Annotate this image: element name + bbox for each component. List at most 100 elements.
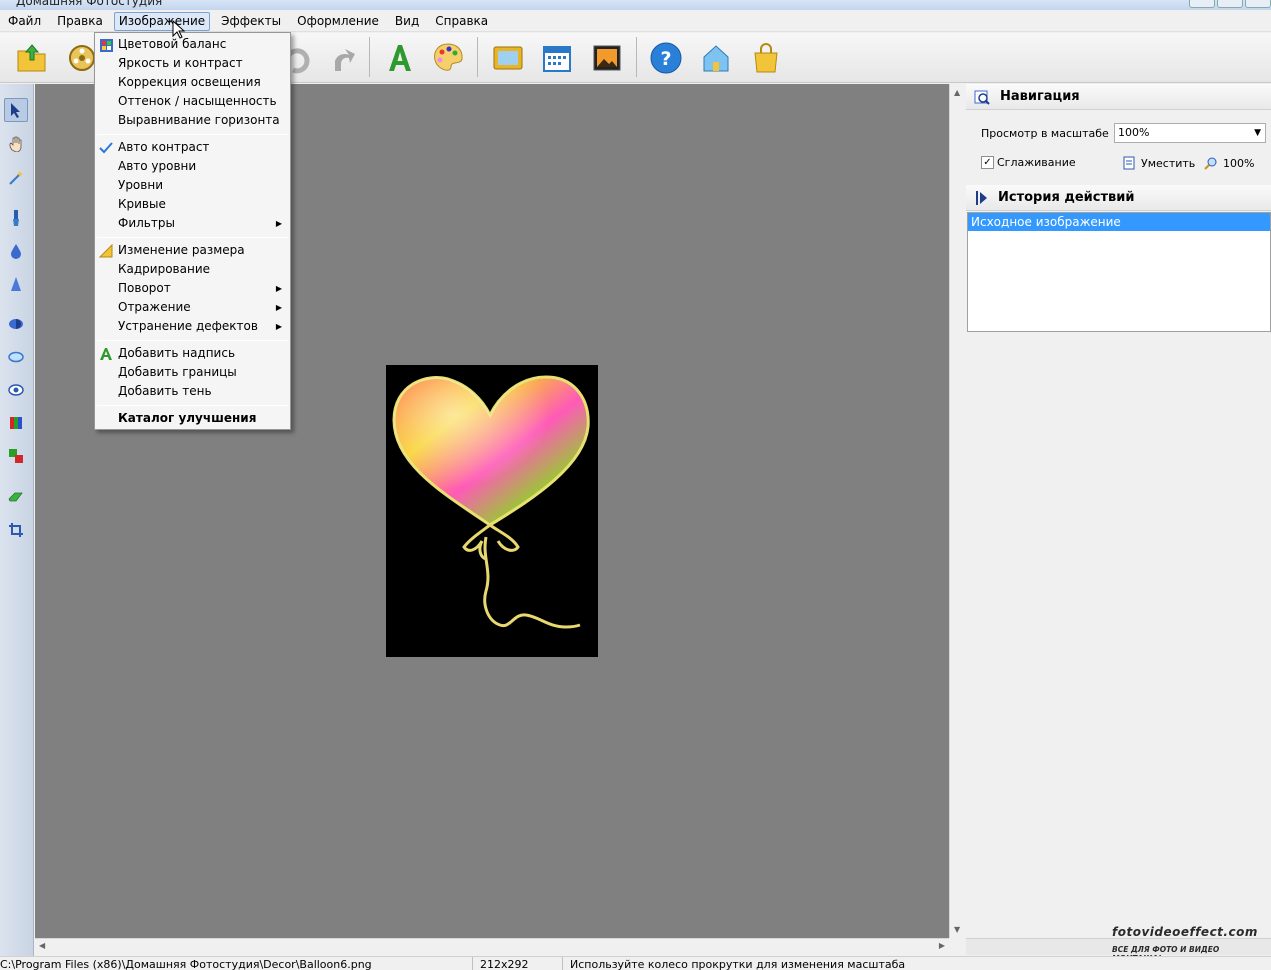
- scroll-right-arrow-icon[interactable]: ▶: [939, 941, 945, 950]
- navigation-title: Навигация: [1000, 89, 1080, 104]
- watermark-site: fotovideoeffect.com: [1112, 925, 1258, 939]
- status-file-path: C:\Program Files (x86)\Домашняя Фотостуд…: [0, 958, 372, 970]
- photo-collage-icon[interactable]: [587, 38, 627, 78]
- menu-item-add-caption[interactable]: Добавить надпись: [95, 344, 290, 363]
- menu-item-horizon-leveling[interactable]: Выравнивание горизонта: [95, 111, 290, 130]
- home-icon[interactable]: [696, 38, 736, 78]
- submenu-arrow-icon: ▶: [275, 284, 282, 293]
- history-title: История действий: [998, 190, 1135, 205]
- zoom-dropdown[interactable]: 100% ▼: [1114, 123, 1266, 143]
- history-list[interactable]: Исходное изображение: [967, 212, 1271, 332]
- image-menu-dropdown: Цветовой баланс Яркость и контраст Корре…: [94, 32, 291, 430]
- menu-item-filters[interactable]: Фильтры ▶: [95, 214, 290, 233]
- history-panel-header: История действий: [966, 185, 1271, 211]
- zoom-label: Просмотр в масштабе: [981, 127, 1109, 140]
- history-item[interactable]: Исходное изображение: [968, 213, 1270, 231]
- ellipse-select-icon[interactable]: [4, 345, 28, 369]
- status-dimensions: 212x292: [480, 958, 529, 970]
- menu-image[interactable]: Изображение: [113, 11, 211, 31]
- zoom-row: Просмотр в масштабе: [981, 127, 1109, 140]
- menu-item-flip[interactable]: Отражение ▶: [95, 298, 290, 317]
- magnifier-icon: [1204, 157, 1217, 170]
- actual-size-label: 100%: [1223, 156, 1255, 170]
- title-bar: Домашняя Фотостудия: [0, 0, 1271, 10]
- menu-item-lighting-correction[interactable]: Коррекция освещения: [95, 73, 290, 92]
- shopping-bag-icon[interactable]: [746, 38, 786, 78]
- menu-item-color-balance[interactable]: Цветовой баланс: [95, 35, 290, 54]
- menu-item-brightness-contrast[interactable]: Яркость и контраст: [95, 54, 290, 73]
- color-bars-icon[interactable]: [4, 411, 28, 435]
- menu-item-curves[interactable]: Кривые: [95, 195, 290, 214]
- smoothing-label: Сглаживание: [997, 156, 1076, 169]
- menu-item-enhancement-catalog[interactable]: Каталог улучшения: [95, 409, 290, 428]
- redo-icon[interactable]: [322, 38, 362, 78]
- close-button[interactable]: [1245, 0, 1271, 8]
- submenu-arrow-icon: ▶: [275, 303, 282, 312]
- fit-button[interactable]: Уместить: [1122, 156, 1195, 170]
- maximize-button[interactable]: [1217, 0, 1243, 8]
- help-icon[interactable]: ?: [646, 38, 686, 78]
- menu-item-add-borders[interactable]: Добавить границы: [95, 363, 290, 382]
- dodge-icon[interactable]: [4, 312, 28, 336]
- history-icon: [976, 190, 987, 205]
- tool-strip: [0, 84, 34, 958]
- hand-tool-icon[interactable]: [4, 132, 28, 156]
- scroll-left-arrow-icon[interactable]: ◀: [39, 941, 45, 950]
- window-title: Домашняя Фотостудия: [16, 0, 163, 8]
- menu-item-hue-saturation[interactable]: Оттенок / насыщенность: [95, 92, 290, 111]
- palette-icon[interactable]: [428, 38, 468, 78]
- magic-wand-icon[interactable]: [4, 166, 28, 190]
- menu-file[interactable]: Файл: [0, 12, 49, 31]
- menu-item-auto-levels[interactable]: Авто уровни: [95, 157, 290, 176]
- menu-item-add-shadow[interactable]: Добавить тень: [95, 382, 290, 401]
- status-bar: C:\Program Files (x86)\Домашняя Фотостуд…: [0, 956, 1271, 970]
- chevron-down-icon: ▼: [1254, 128, 1261, 138]
- menu-item-rotate[interactable]: Поворот ▶: [95, 279, 290, 298]
- mouse-cursor-icon: [172, 20, 186, 39]
- submenu-arrow-icon: ▶: [275, 322, 282, 331]
- sharpen-icon[interactable]: [4, 272, 28, 296]
- canvas-vertical-scrollbar[interactable]: ▲ ▼: [949, 84, 965, 938]
- menu-bar: Файл Правка Изображение Эффекты Оформлен…: [0, 11, 1271, 32]
- brush-icon[interactable]: [4, 206, 28, 230]
- calendar-icon[interactable]: [537, 38, 577, 78]
- frame-icon[interactable]: [488, 38, 528, 78]
- menu-view[interactable]: Вид: [387, 12, 427, 31]
- open-folder-icon[interactable]: [12, 38, 52, 78]
- balloon-image: [386, 365, 598, 657]
- eraser-icon[interactable]: [4, 485, 28, 509]
- menu-design[interactable]: Оформление: [289, 12, 387, 31]
- menu-effects[interactable]: Эффекты: [213, 12, 289, 31]
- minimize-button[interactable]: [1189, 0, 1215, 8]
- drop-icon[interactable]: [4, 239, 28, 263]
- zoom-value: 100%: [1118, 126, 1150, 139]
- svg-text:?: ?: [660, 48, 671, 70]
- menu-help[interactable]: Справка: [427, 12, 496, 31]
- fit-label: Уместить: [1141, 156, 1196, 170]
- navigation-panel-header: Навигация: [966, 84, 1271, 110]
- menu-item-levels[interactable]: Уровни: [95, 176, 290, 195]
- text-a-icon: [98, 346, 114, 362]
- right-panel: Навигация Просмотр в масштабе 100% ▼ ✓ С…: [966, 84, 1271, 955]
- color-balance-icon: [98, 37, 114, 53]
- pointer-tool-icon[interactable]: [4, 98, 28, 122]
- smoothing-row: ✓ Сглаживание: [981, 156, 1076, 169]
- navigation-icon: [974, 90, 990, 105]
- text-a-icon[interactable]: [380, 38, 420, 78]
- crop-icon[interactable]: [4, 518, 28, 542]
- checkmark-icon: [98, 140, 114, 156]
- menu-item-auto-contrast[interactable]: Авто контраст: [95, 138, 290, 157]
- menu-item-crop[interactable]: Кадрирование: [95, 260, 290, 279]
- smoothing-checkbox[interactable]: ✓: [981, 156, 994, 169]
- submenu-arrow-icon: ▶: [275, 219, 282, 228]
- scroll-down-arrow-icon[interactable]: ▼: [954, 925, 960, 934]
- menu-item-resize[interactable]: Изменение размера: [95, 241, 290, 260]
- menu-edit[interactable]: Правка: [49, 12, 111, 31]
- status-hint: Используйте колесо прокрутки для изменен…: [570, 958, 906, 970]
- scroll-up-arrow-icon[interactable]: ▲: [954, 88, 960, 97]
- replace-color-icon[interactable]: [4, 444, 28, 468]
- actual-size-button[interactable]: 100%: [1204, 156, 1254, 170]
- menu-item-defect-removal[interactable]: Устранение дефектов ▶: [95, 317, 290, 336]
- canvas-horizontal-scrollbar[interactable]: ◀ ▶: [35, 938, 949, 955]
- redeye-icon[interactable]: [4, 378, 28, 402]
